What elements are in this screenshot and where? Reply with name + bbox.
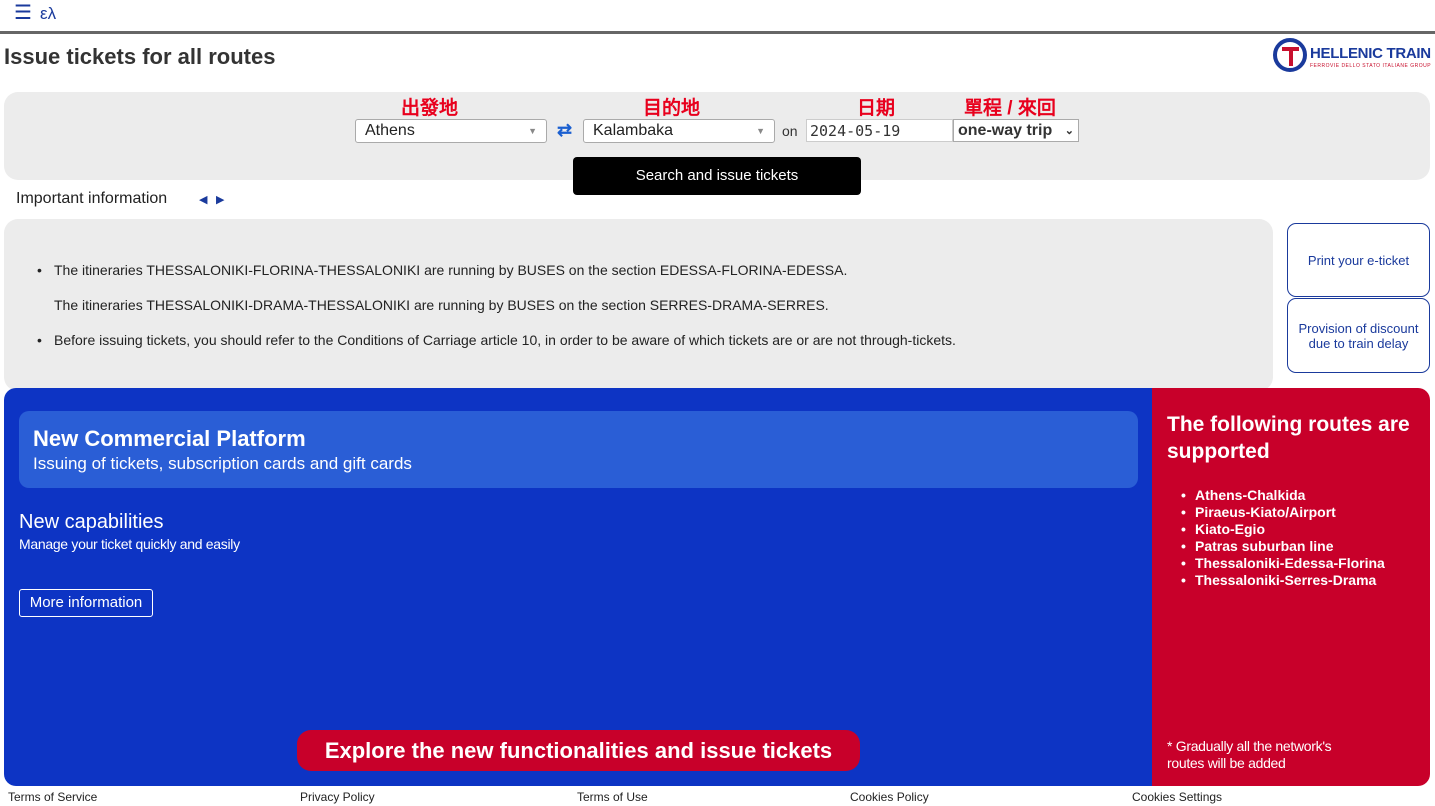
caret-down-icon: ▼ bbox=[528, 126, 537, 136]
more-information-button[interactable]: More information bbox=[19, 589, 153, 617]
trip-select[interactable]: one-way trip ⌄ bbox=[953, 119, 1079, 142]
on-label: on bbox=[782, 123, 798, 139]
to-select-value: Kalambaka bbox=[593, 122, 674, 139]
hellenic-train-logo[interactable]: HELLENIC TRAIN FERROVIE DELLO STATO ITAL… bbox=[1272, 37, 1432, 73]
info-line: The itineraries THESSALONIKI-FLORINA-THE… bbox=[54, 262, 848, 278]
list-item: Piraeus-Kiato/Airport bbox=[1181, 504, 1385, 521]
platform-subtitle: Issuing of tickets, subscription cards a… bbox=[33, 454, 412, 473]
train-logo-icon bbox=[1273, 38, 1307, 72]
footer-terms-of-service[interactable]: Terms of Service bbox=[8, 790, 97, 804]
important-info-label: Important information bbox=[16, 190, 168, 207]
print-eticket-button[interactable]: Print your e-ticket bbox=[1287, 223, 1430, 297]
bullet: • bbox=[37, 262, 42, 278]
date-input[interactable]: 2024-05-19 bbox=[806, 119, 953, 142]
language-switch[interactable]: ελ bbox=[40, 4, 56, 24]
info-line: Before issuing tickets, you should refer… bbox=[54, 332, 956, 348]
platform-title: New Commercial Platform bbox=[33, 426, 306, 451]
swap-icon[interactable]: ⇄ bbox=[557, 120, 572, 141]
footer-cookies-settings[interactable]: Cookies Settings bbox=[1132, 790, 1222, 804]
caret-down-icon: ▼ bbox=[756, 126, 765, 136]
to-select[interactable]: Kalambaka ▼ bbox=[583, 119, 775, 143]
info-line: The itineraries THESSALONIKI-DRAMA-THESS… bbox=[54, 297, 829, 313]
routes-title: The following routes are supported bbox=[1167, 413, 1410, 463]
arrow-left-icon[interactable]: ◀ bbox=[199, 193, 207, 206]
footer-terms-of-use[interactable]: Terms of Use bbox=[577, 790, 648, 804]
list-item: Athens-Chalkida bbox=[1181, 487, 1385, 504]
from-select-value: Athens bbox=[365, 122, 415, 139]
search-issue-button[interactable]: Search and issue tickets bbox=[573, 157, 861, 195]
chevron-down-icon: ⌄ bbox=[1064, 125, 1074, 137]
routes-note: * Gradually all the network's routes wil… bbox=[1167, 738, 1332, 771]
top-bar: ☰ ελ bbox=[0, 0, 1435, 34]
from-select[interactable]: Athens ▼ bbox=[355, 119, 547, 143]
arrow-right-icon[interactable]: ▶ bbox=[216, 193, 224, 206]
logo-subtext: FERROVIE DELLO STATO ITALIANE GROUP bbox=[1310, 63, 1432, 69]
list-item: Thessaloniki-Serres-Drama bbox=[1181, 572, 1385, 589]
hamburger-icon[interactable]: ☰ bbox=[14, 3, 32, 23]
trip-label: 單程 / 來回 bbox=[964, 98, 1056, 119]
footer-privacy-policy[interactable]: Privacy Policy bbox=[300, 790, 375, 804]
footer-cookies-policy[interactable]: Cookies Policy bbox=[850, 790, 929, 804]
explore-issue-button[interactable]: Explore the new functionalities and issu… bbox=[297, 730, 860, 771]
from-label: 出發地 bbox=[401, 98, 459, 119]
discount-delay-button[interactable]: Provision of discount due to train delay bbox=[1287, 298, 1430, 373]
list-item: Patras suburban line bbox=[1181, 538, 1385, 555]
date-label: 日期 bbox=[857, 98, 896, 119]
capabilities-title: New capabilities bbox=[19, 511, 164, 533]
page-title: Issue tickets for all routes bbox=[4, 44, 276, 69]
list-item: Thessaloniki-Edessa-Florina bbox=[1181, 555, 1385, 572]
trip-select-value: one-way trip bbox=[958, 122, 1053, 139]
list-item: Kiato-Egio bbox=[1181, 521, 1385, 538]
routes-list: Athens-Chalkida Piraeus-Kiato/Airport Ki… bbox=[1181, 487, 1385, 589]
bullet: • bbox=[37, 332, 42, 348]
logo-text: HELLENIC TRAIN bbox=[1310, 45, 1431, 62]
to-label: 目的地 bbox=[643, 98, 701, 119]
capabilities-subtitle: Manage your ticket quickly and easily bbox=[19, 536, 240, 552]
